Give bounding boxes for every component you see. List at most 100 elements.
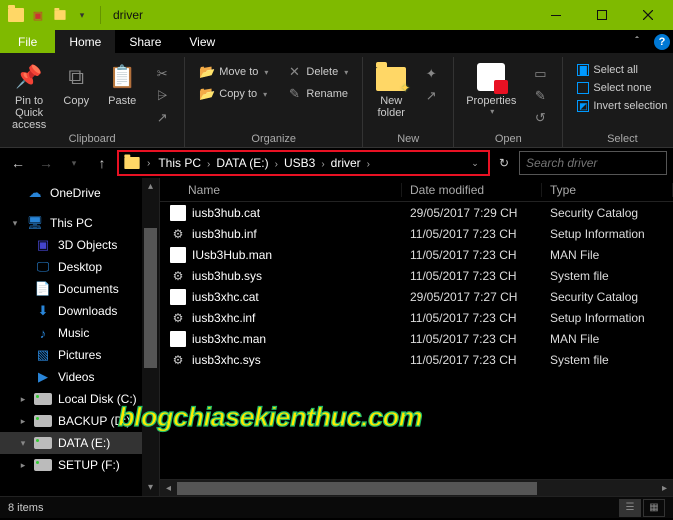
search-input[interactable] (526, 156, 660, 170)
nav-back-button[interactable]: ← (6, 151, 30, 175)
nav-tree[interactable]: ☁OneDrive▾🖥This PC▣3D Objects🖵Desktop📄Do… (0, 178, 160, 496)
tree-item-documents[interactable]: 📄Documents (0, 278, 159, 300)
tree-item-setup-f-[interactable]: ▸SETUP (F:) (0, 454, 159, 476)
nav-up-button[interactable]: ↑ (90, 151, 114, 175)
view-icons-button[interactable]: ▦ (643, 499, 665, 517)
nav-forward-button[interactable]: → (34, 151, 58, 175)
crumb-sep-icon[interactable]: › (143, 158, 154, 169)
minimize-button[interactable] (533, 0, 579, 30)
select-none-button[interactable]: Select none (573, 79, 671, 97)
tree-item-backup-d-[interactable]: ▸BACKUP (D:) (0, 410, 159, 432)
paste-shortcut-button[interactable]: ↗ (150, 107, 174, 129)
breadcrumb-3[interactable]: driver (329, 156, 363, 170)
crumb-sep-icon[interactable]: › (203, 159, 214, 170)
file-gear-icon: ⚙ (170, 268, 186, 284)
new-item-button[interactable]: ✦ (419, 63, 443, 85)
tree-item-videos[interactable]: ▶Videos (0, 366, 159, 388)
file-row[interactable]: ⚙iusb3xhc.sys11/05/2017 7:23 CHSystem fi… (160, 349, 673, 370)
tree-item-local-disk-c-[interactable]: ▸Local Disk (C:) (0, 388, 159, 410)
tree-down-icon: ⬇ (34, 303, 52, 319)
copy-button[interactable]: ⧉Copy (54, 57, 98, 107)
history-button[interactable]: ↺ (528, 107, 552, 129)
list-h-scrollbar[interactable]: ◂ ▸ (160, 479, 673, 496)
delete-button[interactable]: ✕Delete▾ (282, 61, 352, 83)
rename-button[interactable]: ✎Rename (282, 83, 352, 105)
file-date: 29/05/2017 7:29 CH (402, 206, 542, 220)
address-bar[interactable]: › This PC›DATA (E:)›USB3›driver› ⌄ (118, 151, 489, 175)
tree-item-desktop[interactable]: 🖵Desktop (0, 256, 159, 278)
tree-twisty-icon[interactable]: ▸ (18, 460, 28, 471)
nav-recent-button[interactable]: ▾ (62, 151, 86, 175)
new-folder-button[interactable]: ✦New folder (369, 57, 413, 119)
tree-twisty-icon[interactable]: ▸ (18, 394, 28, 405)
qat-customize-icon[interactable]: ▾ (74, 7, 90, 23)
select-all-button[interactable]: ▇Select all (573, 61, 671, 79)
file-row[interactable]: ⚙iusb3xhc.inf11/05/2017 7:23 CHSetup Inf… (160, 307, 673, 328)
tree-item-3d-objects[interactable]: ▣3D Objects (0, 234, 159, 256)
crumb-sep-icon[interactable]: › (271, 159, 282, 170)
scroll-down-button[interactable]: ▾ (142, 479, 159, 496)
scroll-right-button[interactable]: ▸ (656, 480, 673, 497)
refresh-button[interactable]: ↻ (493, 156, 515, 170)
file-row[interactable]: ⚙iusb3hub.sys11/05/2017 7:23 CHSystem fi… (160, 265, 673, 286)
close-button[interactable] (625, 0, 671, 30)
copy-path-button[interactable]: ⩥ (150, 85, 174, 107)
properties-button[interactable]: Properties▾ (460, 57, 522, 116)
tree-twisty-icon[interactable]: ▾ (18, 438, 28, 449)
scroll-h-thumb[interactable] (177, 482, 537, 495)
tree-item-music[interactable]: ♪Music (0, 322, 159, 344)
view-details-button[interactable]: ☰ (619, 499, 641, 517)
tab-home[interactable]: Home (55, 30, 115, 53)
tree-item-onedrive[interactable]: ☁OneDrive (0, 182, 159, 204)
file-row[interactable]: ⚙iusb3hub.inf11/05/2017 7:23 CHSetup Inf… (160, 223, 673, 244)
col-name[interactable]: Name (160, 183, 402, 197)
crumb-sep-icon[interactable]: › (317, 159, 328, 170)
tab-view[interactable]: View (175, 30, 229, 53)
breadcrumb-1[interactable]: DATA (E:) (214, 156, 270, 170)
tree-item-label: Desktop (58, 260, 102, 274)
tree-pc-icon: 🖥 (26, 215, 44, 231)
file-row[interactable]: iusb3hub.cat29/05/2017 7:29 CHSecurity C… (160, 202, 673, 223)
address-dropdown-button[interactable]: ⌄ (466, 158, 484, 169)
move-to-button[interactable]: 📂Move to▾ (195, 61, 272, 83)
tree-item-data-e-[interactable]: ▾DATA (E:) (0, 432, 159, 454)
paste-button[interactable]: 📋Paste (100, 57, 144, 107)
easy-access-button[interactable]: ↗ (419, 85, 443, 107)
qat-newfolder-icon[interactable] (52, 7, 68, 23)
copy-to-button[interactable]: 📂Copy to▾ (195, 83, 272, 105)
column-headers[interactable]: Name Date modified Type (160, 178, 673, 202)
maximize-button[interactable] (579, 0, 625, 30)
col-date[interactable]: Date modified (402, 183, 542, 197)
tree-item-downloads[interactable]: ⬇Downloads (0, 300, 159, 322)
tree-twisty-icon[interactable]: ▾ (10, 218, 20, 229)
collapse-ribbon-button[interactable]: ˆ (623, 30, 651, 53)
scroll-up-button[interactable]: ▴ (142, 178, 159, 195)
tree-twisty-icon[interactable]: ▸ (18, 416, 28, 427)
col-type[interactable]: Type (542, 183, 673, 197)
file-row[interactable]: iusb3xhc.cat29/05/2017 7:27 CHSecurity C… (160, 286, 673, 307)
scroll-left-button[interactable]: ◂ (160, 480, 177, 497)
breadcrumb-0[interactable]: This PC (156, 156, 203, 170)
edit-icon: ✎ (532, 88, 548, 104)
cut-button[interactable]: ✂ (150, 63, 174, 85)
file-row[interactable]: iusb3xhc.man11/05/2017 7:23 CHMAN File (160, 328, 673, 349)
tree-item-pictures[interactable]: ▧Pictures (0, 344, 159, 366)
scroll-thumb[interactable] (144, 228, 157, 368)
tree-item-this-pc[interactable]: ▾🖥This PC (0, 212, 159, 234)
tab-share[interactable]: Share (115, 30, 175, 53)
open-button[interactable]: ▭ (528, 63, 552, 85)
tree-scrollbar[interactable]: ▴ ▾ (142, 178, 159, 496)
help-button[interactable]: ? (651, 30, 673, 53)
file-date: 11/05/2017 7:23 CH (402, 311, 542, 325)
file-row[interactable]: IUsb3Hub.man11/05/2017 7:23 CHMAN File (160, 244, 673, 265)
search-box[interactable] (519, 151, 667, 175)
history-icon: ↺ (532, 110, 548, 126)
breadcrumb-2[interactable]: USB3 (282, 156, 317, 170)
tab-file[interactable]: File (0, 30, 55, 53)
file-date: 11/05/2017 7:23 CH (402, 248, 542, 262)
crumb-sep-icon[interactable]: › (363, 159, 374, 170)
edit-button[interactable]: ✎ (528, 85, 552, 107)
qat-properties-icon[interactable]: ▣ (30, 7, 46, 23)
pin-quick-access-button[interactable]: 📌Pin to Quick access (6, 57, 52, 131)
invert-selection-button[interactable]: ◩Invert selection (573, 97, 671, 115)
